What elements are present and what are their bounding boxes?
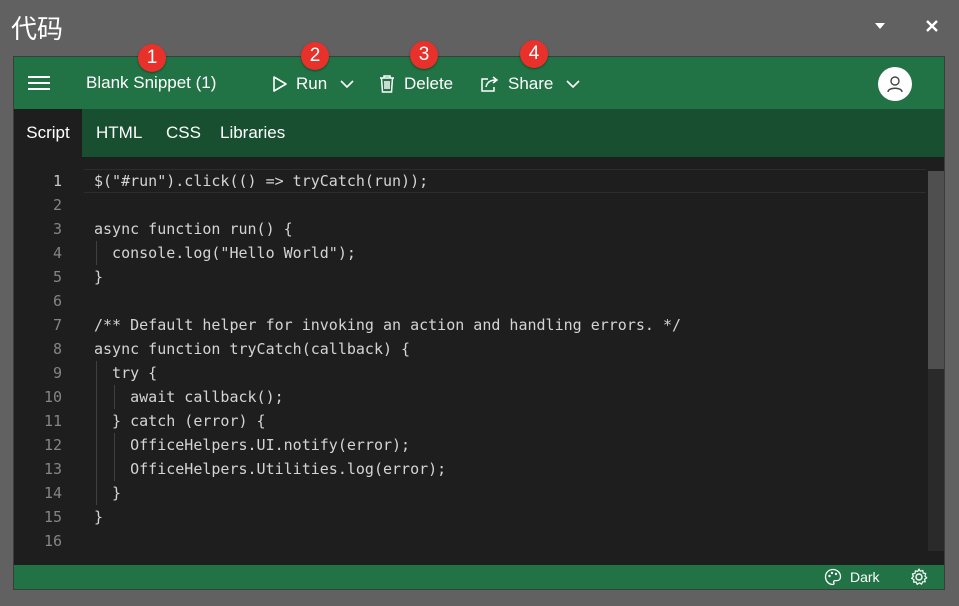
code-line: 7 /** Default helper for invoking an acti… <box>14 313 926 337</box>
vertical-scrollbar[interactable] <box>928 171 944 551</box>
triangle-down-icon <box>875 23 885 29</box>
share-label: Share <box>508 74 554 93</box>
theme-toggle[interactable]: Dark <box>824 568 880 586</box>
code-editor[interactable]: 1 $("#run").click(() => tryCatch(run)); 2… <box>14 157 944 565</box>
status-bar: Dark <box>14 565 944 589</box>
palette-icon <box>824 568 842 586</box>
marker-4: 4 <box>520 40 548 68</box>
line-number: 2 <box>52 196 62 214</box>
play-icon <box>273 76 287 92</box>
run-button[interactable]: Run <box>272 69 355 99</box>
settings-button[interactable] <box>910 568 928 586</box>
line-number: 7 <box>52 316 62 334</box>
code-text: } <box>94 508 104 526</box>
code-line: 1 $("#run").click(() => tryCatch(run)); <box>14 169 926 193</box>
hamburger-icon[interactable] <box>28 73 50 93</box>
marker-3: 3 <box>410 41 438 69</box>
code-line: 14 } <box>14 481 926 505</box>
code-text: async function tryCatch(callback) { <box>94 340 411 358</box>
code-text: await callback(); <box>94 388 284 406</box>
snippet-name[interactable]: Blank Snippet (1) <box>86 73 216 93</box>
code-line: 9 try { <box>14 361 926 385</box>
user-icon <box>887 76 903 93</box>
task-pane-title: 代码 <box>11 15 64 45</box>
line-number: 12 <box>43 436 62 454</box>
line-number: 5 <box>52 268 62 286</box>
tab-html[interactable]: HTML <box>96 109 142 157</box>
marker-1: 1 <box>138 44 166 72</box>
code-line: 13 OfficeHelpers.Utilities.log(error); <box>14 457 926 481</box>
line-number: 1 <box>52 172 62 190</box>
tab-css[interactable]: CSS <box>166 109 201 157</box>
code-text: /** Default helper for invoking an actio… <box>94 316 681 334</box>
user-avatar[interactable] <box>878 67 912 101</box>
code-text: console.log("Hello World"); <box>94 244 356 262</box>
code-line: 5} <box>14 265 926 289</box>
code-line: 10 await callback(); <box>14 385 926 409</box>
code-text: async function run() { <box>94 220 293 238</box>
tab-script[interactable]: Script <box>14 109 82 157</box>
code-text: try { <box>94 364 158 382</box>
chevron-down-icon[interactable] <box>339 79 355 89</box>
code-line: 2 <box>14 193 926 217</box>
share-button[interactable]: Share <box>480 69 581 99</box>
script-lab-app: Blank Snippet (1) Run Delete Share Scrip… <box>13 56 945 590</box>
code-text: OfficeHelpers.UI.notify(error); <box>94 436 411 454</box>
code-text: OfficeHelpers.Utilities.log(error); <box>94 460 447 478</box>
line-number: 15 <box>43 508 62 526</box>
code-line: 12 OfficeHelpers.UI.notify(error); <box>14 433 926 457</box>
code-text: } <box>94 484 122 502</box>
code-text: } <box>94 268 104 286</box>
close-icon <box>926 20 938 32</box>
tab-libraries[interactable]: Libraries <box>220 109 285 157</box>
tab-bar: Script HTML CSS Libraries <box>14 109 944 157</box>
line-number: 11 <box>43 412 62 430</box>
code-line: 11 } catch (error) { <box>14 409 926 433</box>
gear-icon <box>911 568 928 585</box>
delete-label: Delete <box>404 74 454 93</box>
trash-icon <box>380 75 394 93</box>
code-line: 8 async function tryCatch(callback) { <box>14 337 926 361</box>
code-line: 15} <box>14 505 926 529</box>
line-number: 10 <box>43 388 62 406</box>
line-number: 8 <box>52 340 62 358</box>
line-number: 14 <box>43 484 62 502</box>
marker-2: 2 <box>301 42 329 70</box>
run-label: Run <box>296 74 328 93</box>
code-text: } catch (error) { <box>94 412 266 430</box>
code-line: 4 console.log("Hello World"); <box>14 241 926 265</box>
line-number: 16 <box>43 532 62 550</box>
pane-options-button[interactable] <box>868 14 892 38</box>
scrollbar-thumb[interactable] <box>928 171 944 369</box>
line-number: 6 <box>52 292 62 310</box>
chevron-down-icon[interactable] <box>565 79 581 89</box>
line-number: 9 <box>52 364 62 382</box>
line-number: 13 <box>43 460 62 478</box>
code-line: 6 <box>14 289 926 313</box>
code-line: 3 async function run() { <box>14 217 926 241</box>
delete-button[interactable]: Delete <box>378 69 453 99</box>
line-number: 4 <box>52 244 62 262</box>
share-icon <box>481 76 499 92</box>
code-text: $("#run").click(() => tryCatch(run)); <box>94 172 429 190</box>
code-line: 16 <box>14 529 926 553</box>
line-number: 3 <box>52 220 62 238</box>
pane-close-button[interactable] <box>920 14 944 38</box>
theme-label: Dark <box>850 569 880 585</box>
